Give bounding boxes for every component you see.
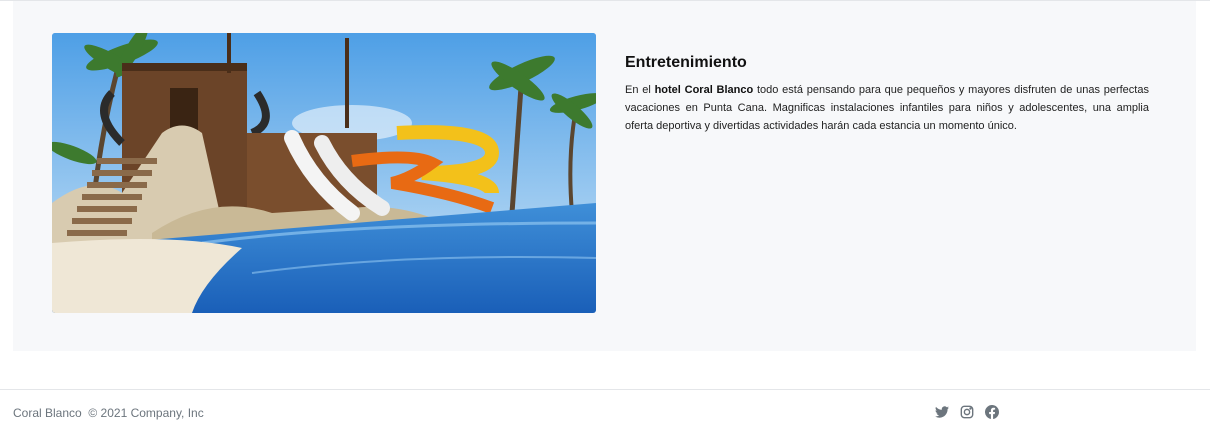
twitter-icon[interactable] [935,405,949,419]
paragraph-prefix: En el [625,84,655,96]
feature-paragraph: En el hotel Coral Blanco todo está pensa… [625,81,1149,135]
feature-text: Entretenimiento En el hotel Coral Blanco… [625,53,1149,135]
footer-brand: Coral Blanco [13,406,82,420]
hotel-name: hotel Coral Blanco [654,84,754,96]
footer-copyright: Coral Blanco © 2021 Company, Inc [13,406,204,420]
footer-copyright-text: © 2021 Company, Inc [88,406,204,420]
facebook-icon[interactable] [985,405,999,419]
instagram-icon[interactable] [960,405,974,419]
footer-divider [0,389,1210,390]
water-park-photo [52,33,596,313]
social-links [935,405,999,419]
feature-heading: Entretenimiento [625,54,747,71]
feature-section: Entretenimiento En el hotel Coral Blanco… [13,1,1196,351]
